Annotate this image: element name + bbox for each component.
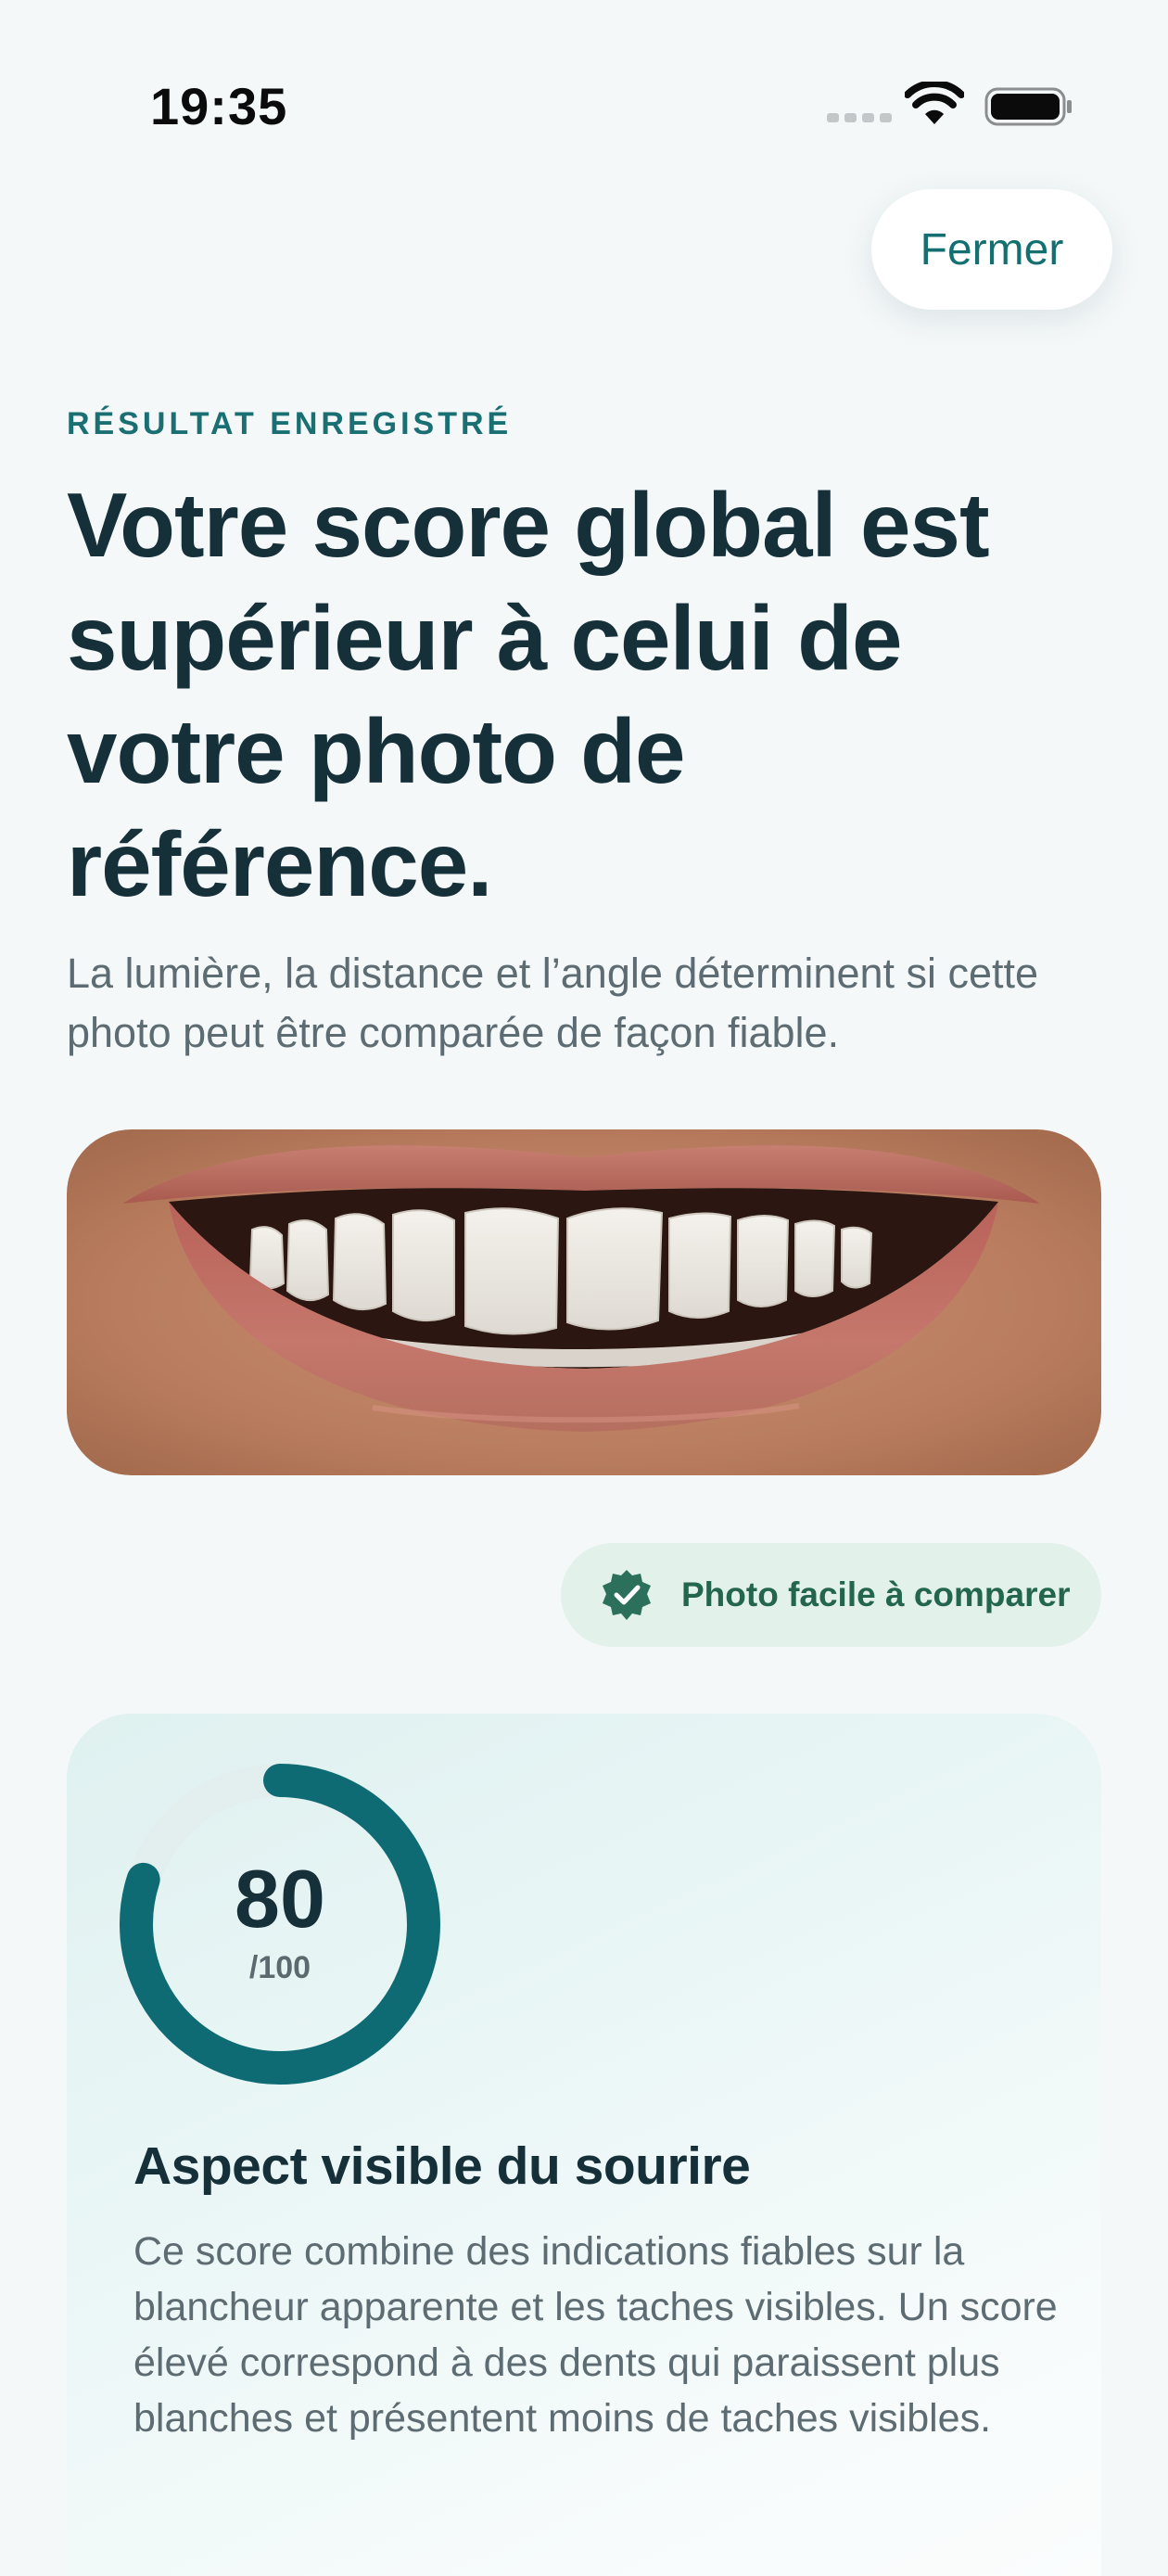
page-subtitle: La lumière, la distance et l’angle déter… [67,950,1039,1056]
card-title: Aspect visible du sourire [133,2136,751,2196]
smile-photo [67,1129,1101,1475]
status-time: 19:35 [150,77,288,135]
status-bar: 19:35 [0,0,1168,185]
badge-label: Photo facile à comparer [681,1575,1071,1613]
verified-check-icon [603,1570,651,1620]
result-eyebrow: RÉSULTAT ENREGISTRÉ [67,406,513,441]
photo-quality-badge: Photo facile à comparer [561,1543,1101,1647]
wifi-icon [905,82,964,124]
page-title: Votre score global est supérieur à celui… [67,474,990,915]
battery-icon [984,87,1072,126]
cellular-signal-icon [827,113,892,122]
score-max: /100 [248,1950,311,1985]
close-button[interactable]: Fermer [871,189,1112,310]
score-card: 80 /100 Aspect visible du sourire Ce sco… [67,1714,1101,2576]
score-value: 80 [235,1853,325,1945]
card-description: Ce score combine des indications fiables… [133,2229,1058,2441]
